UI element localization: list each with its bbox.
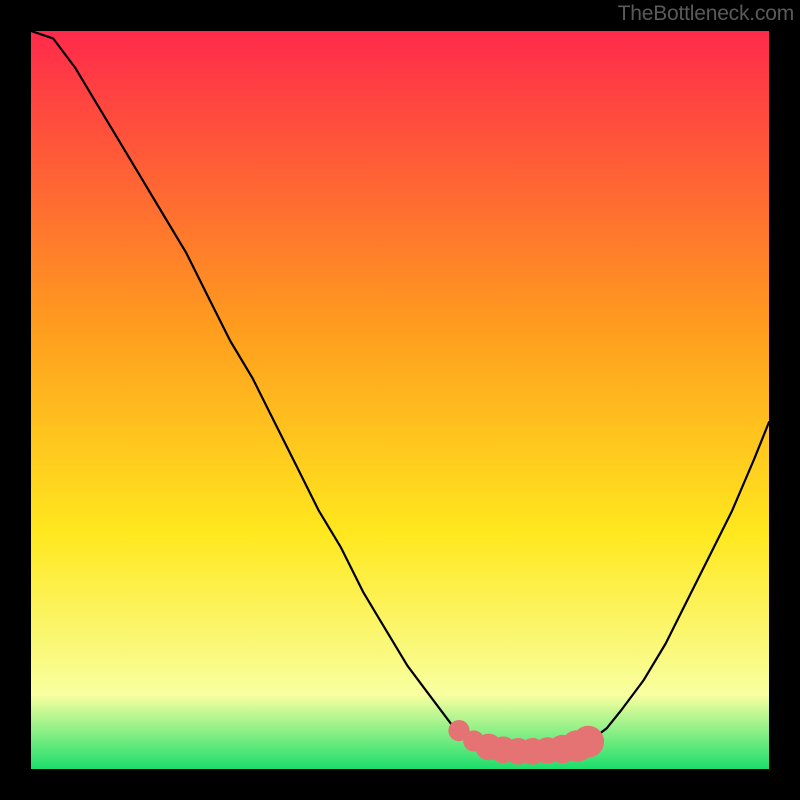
attribution-label: TheBottleneck.com bbox=[618, 2, 794, 26]
chart-container: TheBottleneck.com bbox=[0, 0, 800, 800]
chart-svg bbox=[31, 31, 769, 769]
gradient-background bbox=[31, 31, 769, 769]
plot-area bbox=[31, 31, 769, 769]
marker-point bbox=[572, 726, 604, 758]
